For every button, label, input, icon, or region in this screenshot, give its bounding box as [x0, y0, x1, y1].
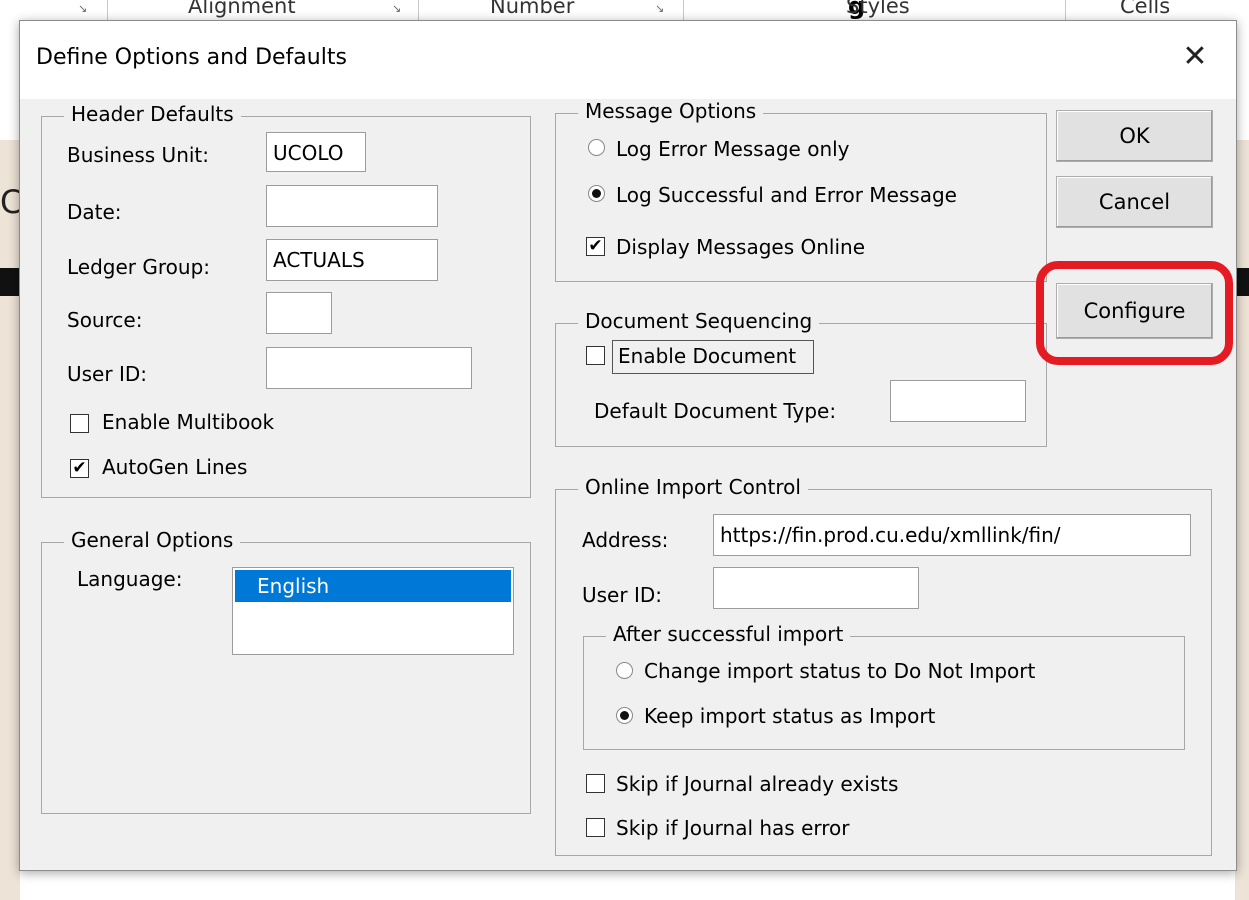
import-user-id-label: User ID:	[582, 583, 662, 607]
keep-import-status-label: Keep import status as Import	[644, 704, 936, 728]
dialog-launcher-icon[interactable]: ↘	[655, 2, 664, 15]
autogen-lines-checkbox[interactable]: ✔	[70, 459, 89, 478]
skip-if-error-checkbox[interactable]	[586, 818, 605, 837]
import-user-id-field[interactable]	[713, 567, 919, 609]
business-unit-field[interactable]: UCOLO	[266, 132, 366, 172]
ok-button[interactable]: OK	[1056, 110, 1213, 162]
ledger-group-label: Ledger Group:	[67, 255, 210, 279]
enable-document-checkbox[interactable]	[586, 346, 605, 365]
dialog-titlebar: Define Options and Defaults ✕	[20, 21, 1236, 99]
source-field[interactable]	[266, 292, 332, 334]
ribbon-separator	[418, 0, 419, 20]
date-field[interactable]	[266, 185, 438, 227]
after-successful-import-legend: After successful import	[606, 622, 851, 646]
ribbon-separator	[1065, 0, 1066, 20]
message-options-group: Message Options Log Error Message only L…	[555, 99, 1047, 282]
cancel-button[interactable]: Cancel	[1056, 176, 1213, 228]
autogen-lines-label: AutoGen Lines	[102, 455, 248, 479]
log-success-and-error-label: Log Successful and Error Message	[616, 183, 957, 207]
general-options-group: General Options Language: English	[41, 528, 531, 814]
change-import-status-radio[interactable]	[616, 662, 633, 679]
enable-multibook-checkbox[interactable]	[70, 414, 89, 433]
ribbon-separator	[683, 0, 684, 20]
language-label: Language:	[77, 567, 183, 591]
log-success-and-error-radio[interactable]	[588, 185, 605, 202]
message-options-legend: Message Options	[578, 99, 764, 123]
ribbon-group-number: Number	[490, 0, 575, 18]
excel-ribbon-background: ↘ Alignment ↘ Number ↘ g Styles Cells	[0, 0, 1249, 21]
change-import-status-label: Change import status to Do Not Import	[644, 659, 1036, 683]
language-option-english[interactable]: English	[235, 570, 511, 602]
log-error-only-radio[interactable]	[588, 139, 605, 156]
display-messages-online-label: Display Messages Online	[616, 235, 866, 259]
display-messages-online-checkbox[interactable]: ✔	[586, 237, 605, 256]
skip-if-exists-label: Skip if Journal already exists	[616, 772, 899, 796]
ribbon-group-cells: Cells	[1120, 0, 1171, 18]
enable-document-label: Enable Document	[618, 344, 797, 368]
header-defaults-group: Header Defaults Business Unit: UCOLO Dat…	[41, 102, 531, 498]
dialog-launcher-icon[interactable]: ↘	[78, 2, 87, 15]
language-listbox[interactable]: English	[232, 567, 514, 655]
enable-multibook-label: Enable Multibook	[102, 410, 275, 434]
close-icon[interactable]: ✕	[1175, 37, 1215, 77]
source-label: Source:	[67, 308, 143, 332]
after-successful-import-group: After successful import Change import st…	[583, 622, 1185, 750]
online-import-control-legend: Online Import Control	[578, 475, 808, 499]
skip-if-error-label: Skip if Journal has error	[616, 816, 850, 840]
dialog-launcher-icon[interactable]: ↘	[392, 2, 401, 15]
keep-import-status-radio[interactable]	[616, 707, 633, 724]
ribbon-group-alignment: Alignment	[188, 0, 296, 18]
address-field[interactable]: https://fin.prod.cu.edu/xmllink/fin/	[713, 514, 1191, 556]
default-document-type-field[interactable]	[890, 380, 1026, 422]
online-import-control-group: Online Import Control Address: https://f…	[555, 475, 1212, 856]
user-id-label: User ID:	[67, 362, 147, 386]
log-error-only-label: Log Error Message only	[616, 137, 850, 161]
ribbon-separator	[107, 0, 108, 20]
excel-sheet-right-strip	[1235, 20, 1249, 900]
default-document-type-label: Default Document Type:	[594, 399, 837, 423]
address-label: Address:	[582, 528, 669, 552]
document-sequencing-group: Document Sequencing Enable Document Defa…	[555, 309, 1047, 447]
user-id-field[interactable]	[266, 347, 472, 389]
document-sequencing-legend: Document Sequencing	[578, 309, 820, 333]
date-label: Date:	[67, 200, 122, 224]
ledger-group-field[interactable]: ACTUALS	[266, 239, 438, 281]
general-options-legend: General Options	[64, 528, 241, 552]
skip-if-exists-checkbox[interactable]	[586, 774, 605, 793]
configure-highlight-annotation	[1036, 261, 1233, 365]
header-defaults-legend: Header Defaults	[64, 102, 241, 126]
define-options-dialog: Define Options and Defaults ✕ Header Def…	[19, 20, 1237, 871]
business-unit-label: Business Unit:	[67, 143, 210, 167]
excel-sheet-left-strip: C	[0, 20, 22, 900]
dialog-title: Define Options and Defaults	[36, 45, 347, 70]
ribbon-group-styles: Styles	[846, 0, 910, 18]
